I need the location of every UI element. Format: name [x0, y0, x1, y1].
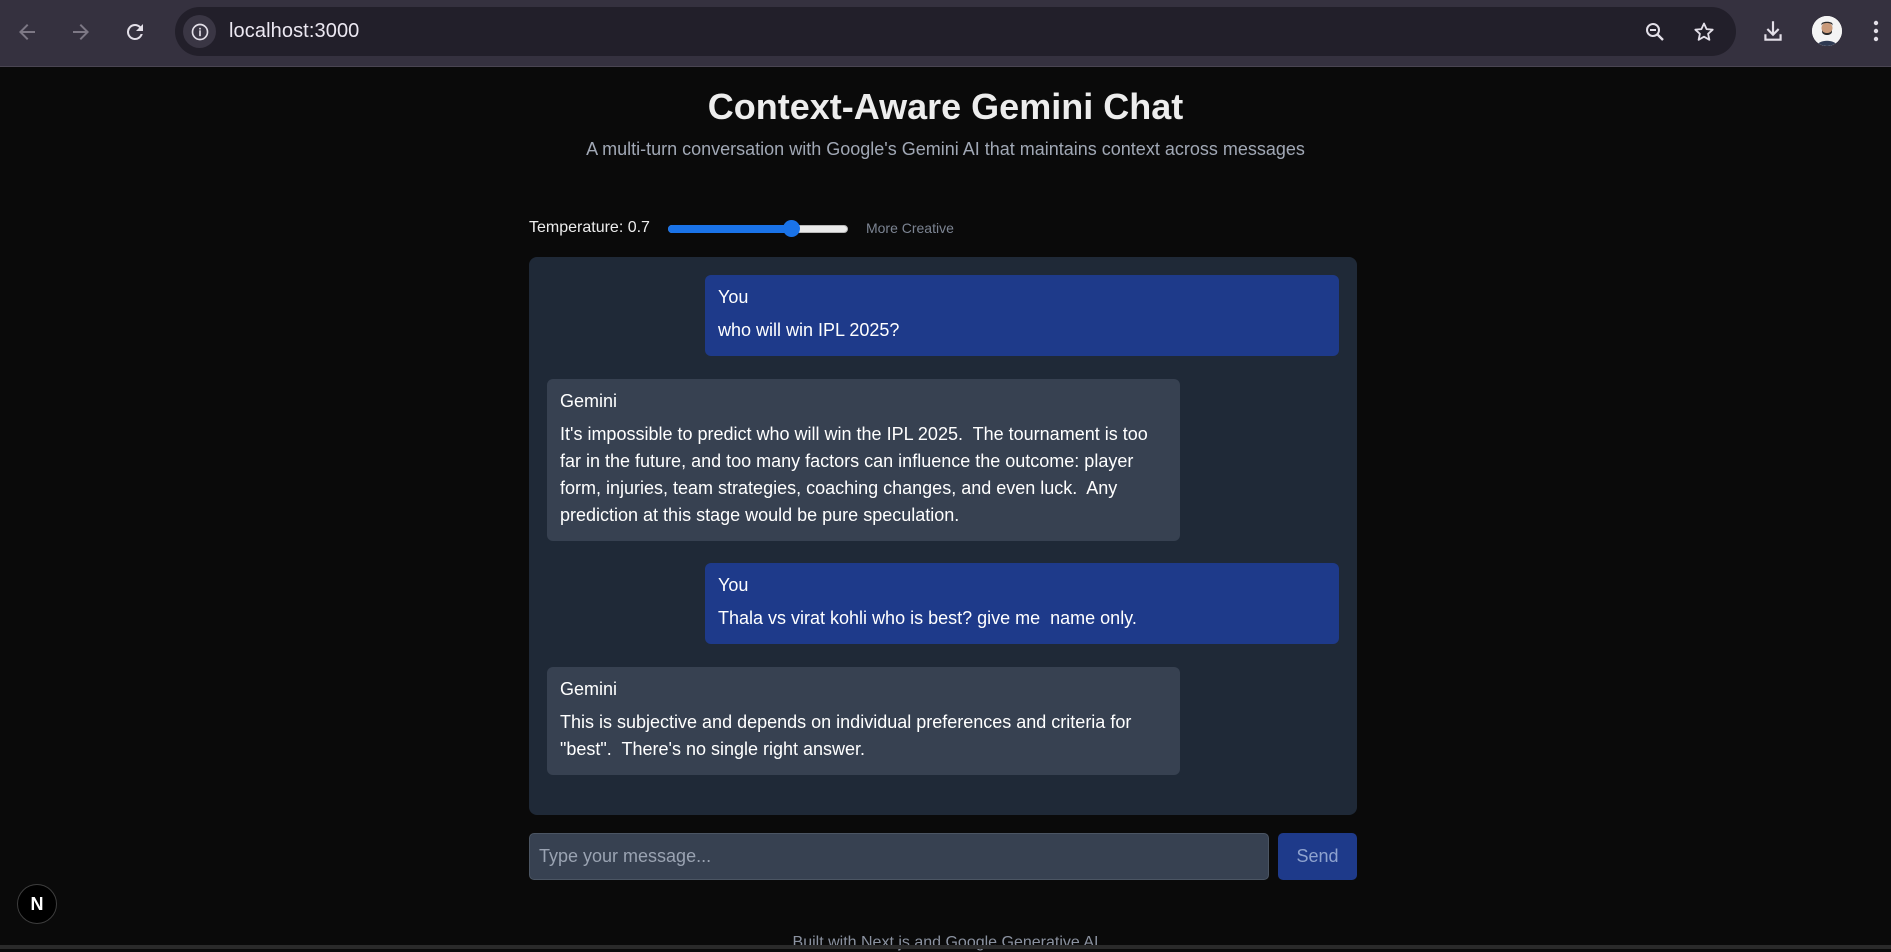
bookmark-button[interactable] — [1690, 18, 1718, 46]
message-sender: You — [718, 287, 749, 307]
message-sender: Gemini — [560, 391, 618, 411]
user-message: You who will win IPL 2025? — [705, 275, 1339, 356]
browser-toolbar: localhost:3000 — [0, 0, 1891, 67]
arrow-left-icon — [19, 24, 35, 40]
zoom-out-icon — [1646, 23, 1664, 41]
message-sender: Gemini — [560, 679, 618, 699]
reload-icon — [126, 23, 143, 40]
temperature-hint: More Creative — [865, 220, 954, 236]
back-button[interactable] — [9, 14, 45, 50]
downloads-button[interactable] — [1758, 16, 1788, 46]
window-bottom-edge — [0, 945, 1891, 949]
browser-menu-button[interactable] — [1869, 16, 1883, 46]
message-text: It's impossible to predict who will win … — [560, 424, 1153, 525]
user-message: You Thala vs virat kohli who is best? gi… — [705, 563, 1339, 644]
zoom-button[interactable] — [1641, 18, 1669, 46]
temperature-control: Temperature: 0.7 More Creative — [529, 218, 954, 238]
info-icon — [191, 23, 208, 40]
slider-thumb[interactable] — [782, 220, 800, 237]
slider-fill — [667, 225, 791, 233]
address-bar[interactable]: localhost:3000 — [175, 7, 1736, 56]
message-input[interactable] — [529, 833, 1269, 880]
avatar[interactable] — [1812, 16, 1842, 46]
temperature-slider[interactable] — [667, 218, 848, 238]
message-text: Thala vs virat kohli who is best? give m… — [718, 608, 1137, 628]
chat-history: You who will win IPL 2025? Gemini It's i… — [529, 257, 1357, 815]
arrow-right-icon — [73, 24, 89, 40]
temperature-label: Temperature: 0.7 — [529, 219, 650, 236]
message-text: who will win IPL 2025? — [718, 320, 900, 340]
message-sender: You — [718, 575, 749, 595]
message-composer: Send — [529, 833, 1357, 880]
send-button[interactable]: Send — [1278, 833, 1357, 880]
site-info-button[interactable] — [183, 15, 216, 48]
footer-text: Built with Next.js and Google Generative… — [792, 934, 1099, 951]
nextjs-dev-indicator-icon[interactable]: N — [17, 884, 57, 924]
star-icon — [1694, 22, 1714, 41]
message-text: This is subjective and depends on indivi… — [560, 712, 1137, 759]
forward-button[interactable] — [63, 14, 99, 50]
ai-message: Gemini It's impossible to predict who wi… — [547, 379, 1180, 541]
reload-button[interactable] — [117, 14, 153, 50]
kebab-menu-icon — [1873, 20, 1879, 42]
page-title: Context-Aware Gemini Chat — [707, 86, 1184, 127]
profile-avatar-icon — [1812, 16, 1842, 46]
download-icon — [1764, 21, 1782, 41]
ai-message: Gemini This is subjective and depends on… — [547, 667, 1180, 775]
url-text[interactable]: localhost:3000 — [229, 20, 359, 43]
page-subtitle: A multi-turn conversation with Google's … — [586, 139, 1305, 159]
